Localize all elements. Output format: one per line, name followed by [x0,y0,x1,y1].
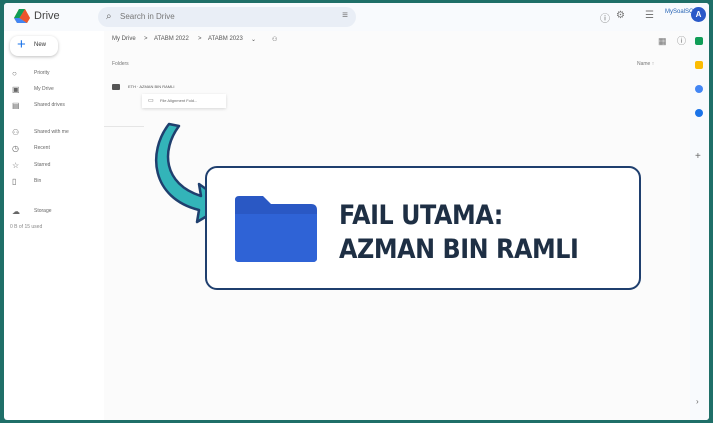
sidebar-item-label: My Drive [34,86,54,92]
storage-usage-text: 0 B of 15 used [10,224,43,230]
sort-by-name[interactable]: Name ↑ [637,61,654,67]
keep-icon[interactable] [695,61,703,69]
breadcrumb-atabm-2022[interactable]: ATABM 2022 [154,36,189,42]
sidebar-item-label: Storage [34,208,52,214]
sidebar-item-my-drive[interactable]: ▣ My Drive [12,85,100,97]
callout-line-1: FAIL UTAMA: [339,200,503,231]
breadcrumb-separator: > [198,36,202,42]
grid-view-icon[interactable]: ▦ [658,36,667,46]
context-text: File Alignment Fold... [160,98,198,103]
callout-card: FAIL UTAMA: AZMAN BIN RAMLI [205,166,641,290]
folder-outline-icon: ▭ [148,98,154,104]
sidebar-item-label: Shared drives [34,102,65,108]
callout-text: FAIL UTAMA: AZMAN BIN RAMLI [339,199,609,267]
breadcrumb-separator: > [144,36,148,42]
folders-section-label: Folders [112,61,129,67]
shared-drives-icon: ▤ [12,101,20,110]
calendar-icon[interactable] [695,37,703,45]
sidebar-item-label: Priority [34,70,50,76]
sidebar-item-storage[interactable]: ☁ Storage [12,207,100,219]
plus-icon: + [17,36,26,53]
folder-icon [112,84,120,90]
add-addon-icon[interactable]: + [695,151,701,162]
bin-icon: ▯ [12,177,17,186]
search-bar[interactable]: ⌕ Search in Drive ≡ [98,7,356,27]
folder-name: ETH · AZMAN BIN RAMLI [128,84,175,89]
callout-line-2: AZMAN BIN RAMLI [339,234,579,265]
sidebar-item-bin[interactable]: ▯ Bin [12,177,100,189]
help-icon[interactable]: ⓘ [600,10,610,25]
folder-icon [235,196,317,262]
context-tooltip: ▭ File Alignment Fold... [142,94,226,108]
new-button[interactable]: + New [10,36,58,56]
sidebar-item-label: Recent [34,145,50,151]
search-input[interactable]: Search in Drive [120,12,175,21]
drive-logo-icon[interactable] [14,9,30,23]
info-icon[interactable]: ⓘ [677,36,686,46]
side-panel-rail: + › [690,31,709,420]
sidebar-item-shared-with-me[interactable]: ⚇ Shared with me [12,128,100,140]
app-brand: Drive [34,10,60,22]
screenshot-frame: Drive ⌕ Search in Drive ≡ ⓘ ⚙ ☰ MySoalSC… [4,3,709,420]
settings-icon[interactable]: ⚙ [616,10,625,21]
sidebar-item-starred[interactable]: ☆ Starred [12,161,100,173]
view-toggle[interactable]: ▦ ⓘ [658,34,686,47]
sidebar-item-label: Starred [34,162,51,168]
sidebar-item-recent[interactable]: ◷ Recent [12,144,100,156]
chevron-down-icon[interactable]: ⌄ [251,36,256,43]
home-icon: ○ [12,69,17,78]
breadcrumb-atabm-2023[interactable]: ATABM 2023 [208,36,243,42]
apps-grid-icon[interactable]: ☰ [645,10,654,21]
divider [104,126,144,127]
tune-icon[interactable]: ≡ [342,10,348,21]
share-people-icon[interactable]: ⚇ [272,36,277,43]
shared-with-me-icon: ⚇ [12,128,20,137]
recent-icon: ◷ [12,144,19,153]
chevron-right-icon[interactable]: › [696,397,699,406]
breadcrumb-my-drive[interactable]: My Drive [112,36,136,42]
avatar[interactable]: A [691,7,706,22]
sidebar-item-priority[interactable]: ○ Priority [12,69,100,81]
storage-icon: ☁ [12,207,20,216]
sidebar-item-shared-drives[interactable]: ▤ Shared drives [12,101,100,113]
tasks-icon[interactable] [695,85,703,93]
new-button-label: New [34,42,47,48]
search-icon[interactable]: ⌕ [106,11,112,22]
sidebar-item-label: Bin [34,178,42,184]
sidebar-item-label: Shared with me [34,129,69,135]
contacts-icon[interactable] [695,109,703,117]
sidebar: + New ○ Priority ▣ My Drive ▤ Shared dri… [4,31,104,420]
my-drive-icon: ▣ [12,85,20,94]
starred-icon: ☆ [12,161,20,170]
top-bar: Drive ⌕ Search in Drive ≡ ⓘ ⚙ ☰ MySoalSC… [4,3,709,31]
